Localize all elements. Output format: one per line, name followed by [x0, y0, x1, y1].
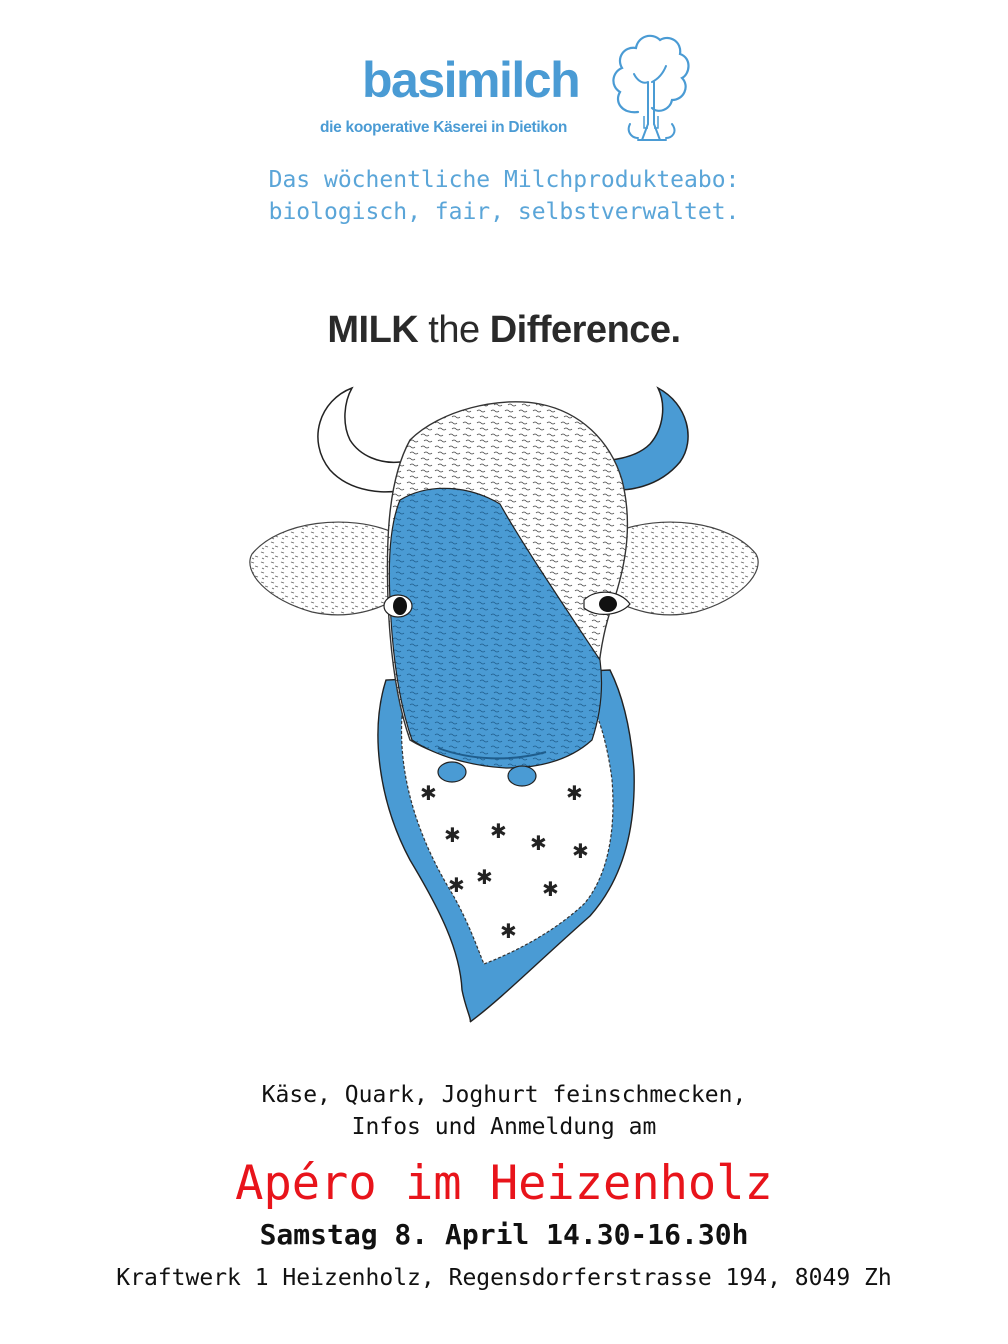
event-date: Samstag 8. April 14.30-16.30h	[259, 1218, 749, 1251]
tagline-line-1: Das wöchentliche Milchprodukteabo:	[268, 167, 740, 193]
svg-text:✱: ✱	[530, 831, 547, 855]
slogan-difference: Difference.	[489, 309, 681, 351]
svg-text:✱: ✱	[490, 819, 507, 843]
slogan-heading: MILK the Difference.	[0, 306, 1008, 354]
svg-text:✱: ✱	[566, 781, 583, 805]
svg-text:✱: ✱	[420, 781, 437, 805]
svg-text:✱: ✱	[572, 839, 589, 863]
svg-text:✱: ✱	[448, 873, 465, 897]
logo-subtitle: die kooperative Käserei in Dietikon	[320, 119, 568, 136]
cow-head-illustration: ✱ ✱ ✱ ✱ ✱ ✱ ✱ ✱ ✱ ✱	[249, 386, 759, 1023]
svg-text:✱: ✱	[444, 823, 461, 847]
svg-text:✱: ✱	[542, 877, 559, 901]
svg-text:✱: ✱	[500, 919, 517, 943]
info-line-2: Infos und Anmeldung am	[351, 1114, 657, 1140]
tagline-line-2: biologisch, fair, selbstverwaltet.	[268, 199, 740, 225]
slogan-milk: MILK	[327, 309, 419, 351]
slogan-the: the	[418, 309, 490, 351]
event-address: Kraftwerk 1 Heizenholz, Regensdorferstra…	[116, 1265, 892, 1291]
info-line-1: Käse, Quark, Joghurt feinschmecken,	[261, 1082, 747, 1108]
logo-wordmark: basimilch	[362, 52, 581, 108]
svg-text:✱: ✱	[476, 865, 493, 889]
event-title: Apéro im Heizenholz	[235, 1156, 773, 1211]
tree-logo-icon	[612, 34, 690, 141]
